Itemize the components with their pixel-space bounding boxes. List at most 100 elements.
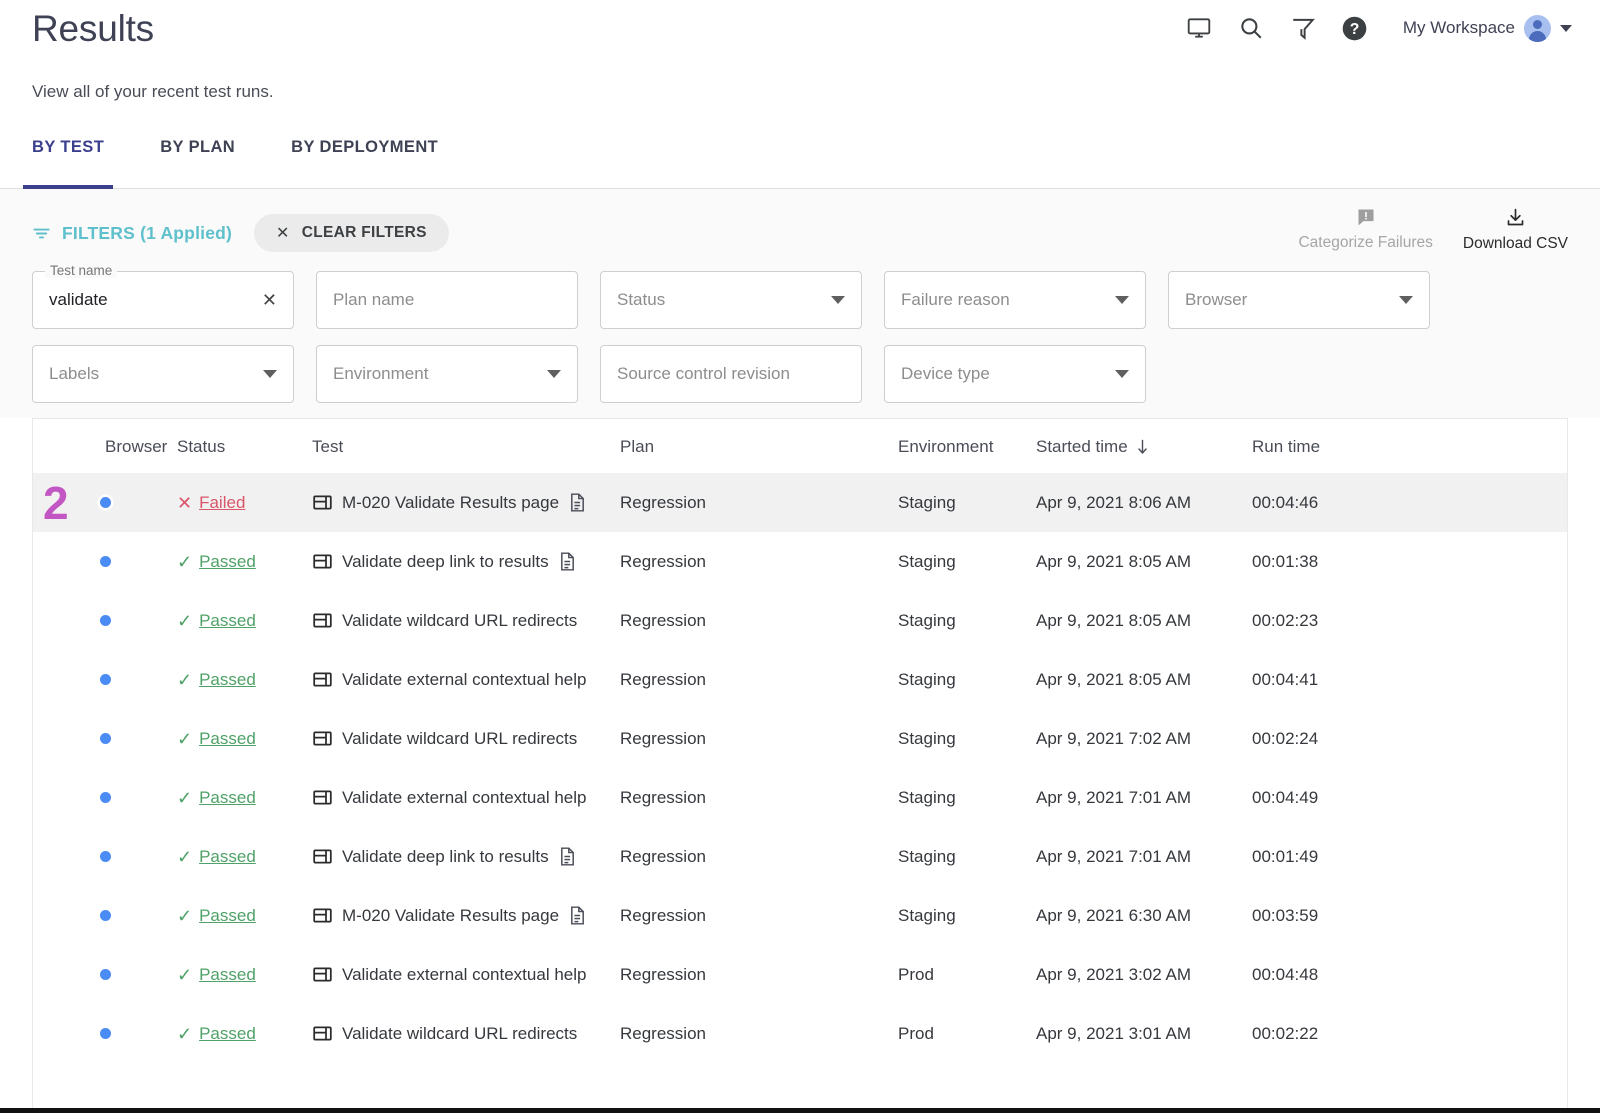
tab-by-test[interactable]: BY TEST	[23, 126, 113, 189]
col-run-time[interactable]: Run time	[1252, 419, 1567, 473]
status-label[interactable]: Passed	[199, 670, 256, 690]
clear-test-name-icon[interactable]: ✕	[262, 291, 277, 309]
col-environment[interactable]: Environment	[898, 419, 1036, 473]
row-plan-cell[interactable]: Regression	[620, 827, 898, 886]
test-document-icon[interactable]	[568, 905, 587, 926]
download-csv-button[interactable]: Download CSV	[1463, 207, 1568, 253]
row-plan-cell[interactable]: Regression	[620, 886, 898, 945]
test-name-link[interactable]: Validate wildcard URL redirects	[342, 1024, 577, 1044]
status-label[interactable]: Passed	[199, 788, 256, 808]
status-passed[interactable]: ✓Passed	[177, 965, 312, 985]
filter-icon[interactable]	[1289, 14, 1317, 42]
row-plan-cell[interactable]: Regression	[620, 473, 898, 532]
status-label[interactable]: Passed	[199, 965, 256, 985]
filters-panel: FILTERS (1 Applied) ✕ CLEAR FILTERS Cate…	[0, 189, 1600, 418]
status-passed[interactable]: ✓ Passed	[177, 847, 312, 867]
results-table: Browser Status Test Plan Environment Sta…	[33, 419, 1567, 1063]
row-plan-cell[interactable]: Regression	[620, 709, 898, 768]
status-passed[interactable]: ✓Passed	[177, 1024, 312, 1044]
table-row[interactable]: ✓Passed Validate external contextual help…	[33, 650, 1567, 709]
status-passed[interactable]: ✓Passed	[177, 729, 312, 749]
filters-toggle[interactable]: FILTERS (1 Applied)	[32, 223, 232, 244]
filter-device-type[interactable]: Device type	[884, 345, 1146, 403]
monitor-icon[interactable]	[1185, 14, 1213, 42]
filter-environment-placeholder: Environment	[333, 364, 547, 384]
filter-browser[interactable]: Browser	[1168, 271, 1430, 329]
table-row[interactable]: ✓Passed Validate external contextual help…	[33, 945, 1567, 1004]
table-row[interactable]: ✓Passed Validate wildcard URL redirects Re…	[33, 1004, 1567, 1063]
status-passed[interactable]: ✓Passed	[177, 552, 312, 572]
filter-status[interactable]: Status	[600, 271, 862, 329]
check-icon: ✓	[177, 848, 192, 866]
status-passed[interactable]: ✓Passed	[177, 906, 312, 926]
status-label[interactable]: Passed	[199, 611, 256, 631]
test-document-icon[interactable]	[558, 551, 577, 572]
row-environment-cell: Staging	[898, 886, 1036, 945]
status-label[interactable]: Passed	[199, 729, 256, 749]
col-test[interactable]: Test	[312, 419, 620, 473]
status-passed[interactable]: ✓Passed	[177, 788, 312, 808]
row-plan-cell[interactable]: Regression	[620, 650, 898, 709]
col-browser[interactable]: Browser	[105, 419, 177, 473]
test-document-icon[interactable]	[568, 492, 587, 513]
table-actions: Categorize Failures Download CSV	[1298, 207, 1568, 253]
status-label[interactable]: Passed	[199, 552, 256, 572]
table-row[interactable]: ✓Passed Validate external contextual help…	[33, 768, 1567, 827]
test-name-link[interactable]: Validate deep link to results	[342, 847, 549, 867]
table-row[interactable]: ✓Passed Validate wildcard URL redirects Re…	[33, 591, 1567, 650]
test-name-link[interactable]: Validate external contextual help	[342, 965, 586, 985]
table-row[interactable]: ✓Passed Validate wildcard URL redirects Re…	[33, 709, 1567, 768]
row-plan-cell[interactable]: Regression	[620, 532, 898, 591]
table-row[interactable]: 2✕FailedM-020 Validate Results pageRegre…	[33, 473, 1567, 532]
row-marker-cell	[33, 532, 105, 591]
col-status[interactable]: Status	[177, 419, 312, 473]
test-name-link[interactable]: Validate wildcard URL redirects	[342, 611, 577, 631]
row-run-time-cell: 00:02:23	[1252, 591, 1567, 650]
filter-test-name[interactable]: Test name validate ✕	[32, 271, 294, 329]
test-grid-icon	[312, 905, 333, 926]
table-row[interactable]: ✓ Passed Validate deep link to results Regr…	[33, 827, 1567, 886]
test-document-icon[interactable]	[558, 846, 577, 867]
status-label[interactable]: Passed	[199, 1024, 256, 1044]
test-name-link[interactable]: M-020 Validate Results page	[342, 493, 559, 513]
test-name-link[interactable]: Validate deep link to results	[342, 552, 549, 572]
status-label[interactable]: Failed	[199, 493, 245, 513]
filter-source-control-revision[interactable]: Source control revision	[600, 345, 862, 403]
row-started-time-cell: Apr 9, 2021 3:01 AM	[1036, 1004, 1252, 1063]
row-plan-cell[interactable]: Regression	[620, 768, 898, 827]
search-icon[interactable]	[1237, 14, 1265, 42]
row-marker-cell	[33, 709, 105, 768]
categorize-failures-button[interactable]: Categorize Failures	[1298, 207, 1432, 253]
table-row[interactable]: ✓Passed M-020 Validate Results page Regres…	[33, 886, 1567, 945]
status-label[interactable]: Passed	[199, 906, 256, 926]
row-environment-cell: Prod	[898, 945, 1036, 1004]
test-name-link[interactable]: Validate wildcard URL redirects	[342, 729, 577, 749]
status-passed[interactable]: ✓Passed	[177, 611, 312, 631]
workspace-menu[interactable]: My Workspace	[1403, 15, 1572, 42]
tab-by-deployment[interactable]: BY DEPLOYMENT	[282, 126, 447, 189]
status-failed[interactable]: ✕Failed	[177, 493, 312, 513]
filter-browser-placeholder: Browser	[1185, 290, 1399, 310]
row-environment-cell: Staging	[898, 650, 1036, 709]
tab-by-plan[interactable]: BY PLAN	[151, 126, 244, 189]
help-icon[interactable]: ?	[1341, 14, 1369, 42]
filter-failure-reason[interactable]: Failure reason	[884, 271, 1146, 329]
filter-environment[interactable]: Environment	[316, 345, 578, 403]
test-name-link[interactable]: Validate external contextual help	[342, 788, 586, 808]
row-browser-cell	[105, 532, 177, 591]
svg-text:?: ?	[1350, 21, 1360, 38]
status-passed[interactable]: ✓Passed	[177, 670, 312, 690]
filter-labels[interactable]: Labels	[32, 345, 294, 403]
test-name-link[interactable]: M-020 Validate Results page	[342, 906, 559, 926]
col-plan[interactable]: Plan	[620, 419, 898, 473]
filter-plan-name[interactable]: Plan name	[316, 271, 578, 329]
row-plan-cell[interactable]: Regression	[620, 1004, 898, 1063]
clear-filters-button[interactable]: ✕ CLEAR FILTERS	[254, 214, 449, 252]
col-started-time[interactable]: Started time	[1036, 419, 1252, 473]
table-row[interactable]: ✓Passed Validate deep link to results Regr…	[33, 532, 1567, 591]
row-plan-cell[interactable]: Regression	[620, 945, 898, 1004]
filter-fields: Test name validate ✕ Plan name Status Fa…	[32, 271, 1568, 403]
status-label[interactable]: Passed	[199, 847, 256, 867]
row-plan-cell[interactable]: Regression	[620, 591, 898, 650]
test-name-link[interactable]: Validate external contextual help	[342, 670, 586, 690]
